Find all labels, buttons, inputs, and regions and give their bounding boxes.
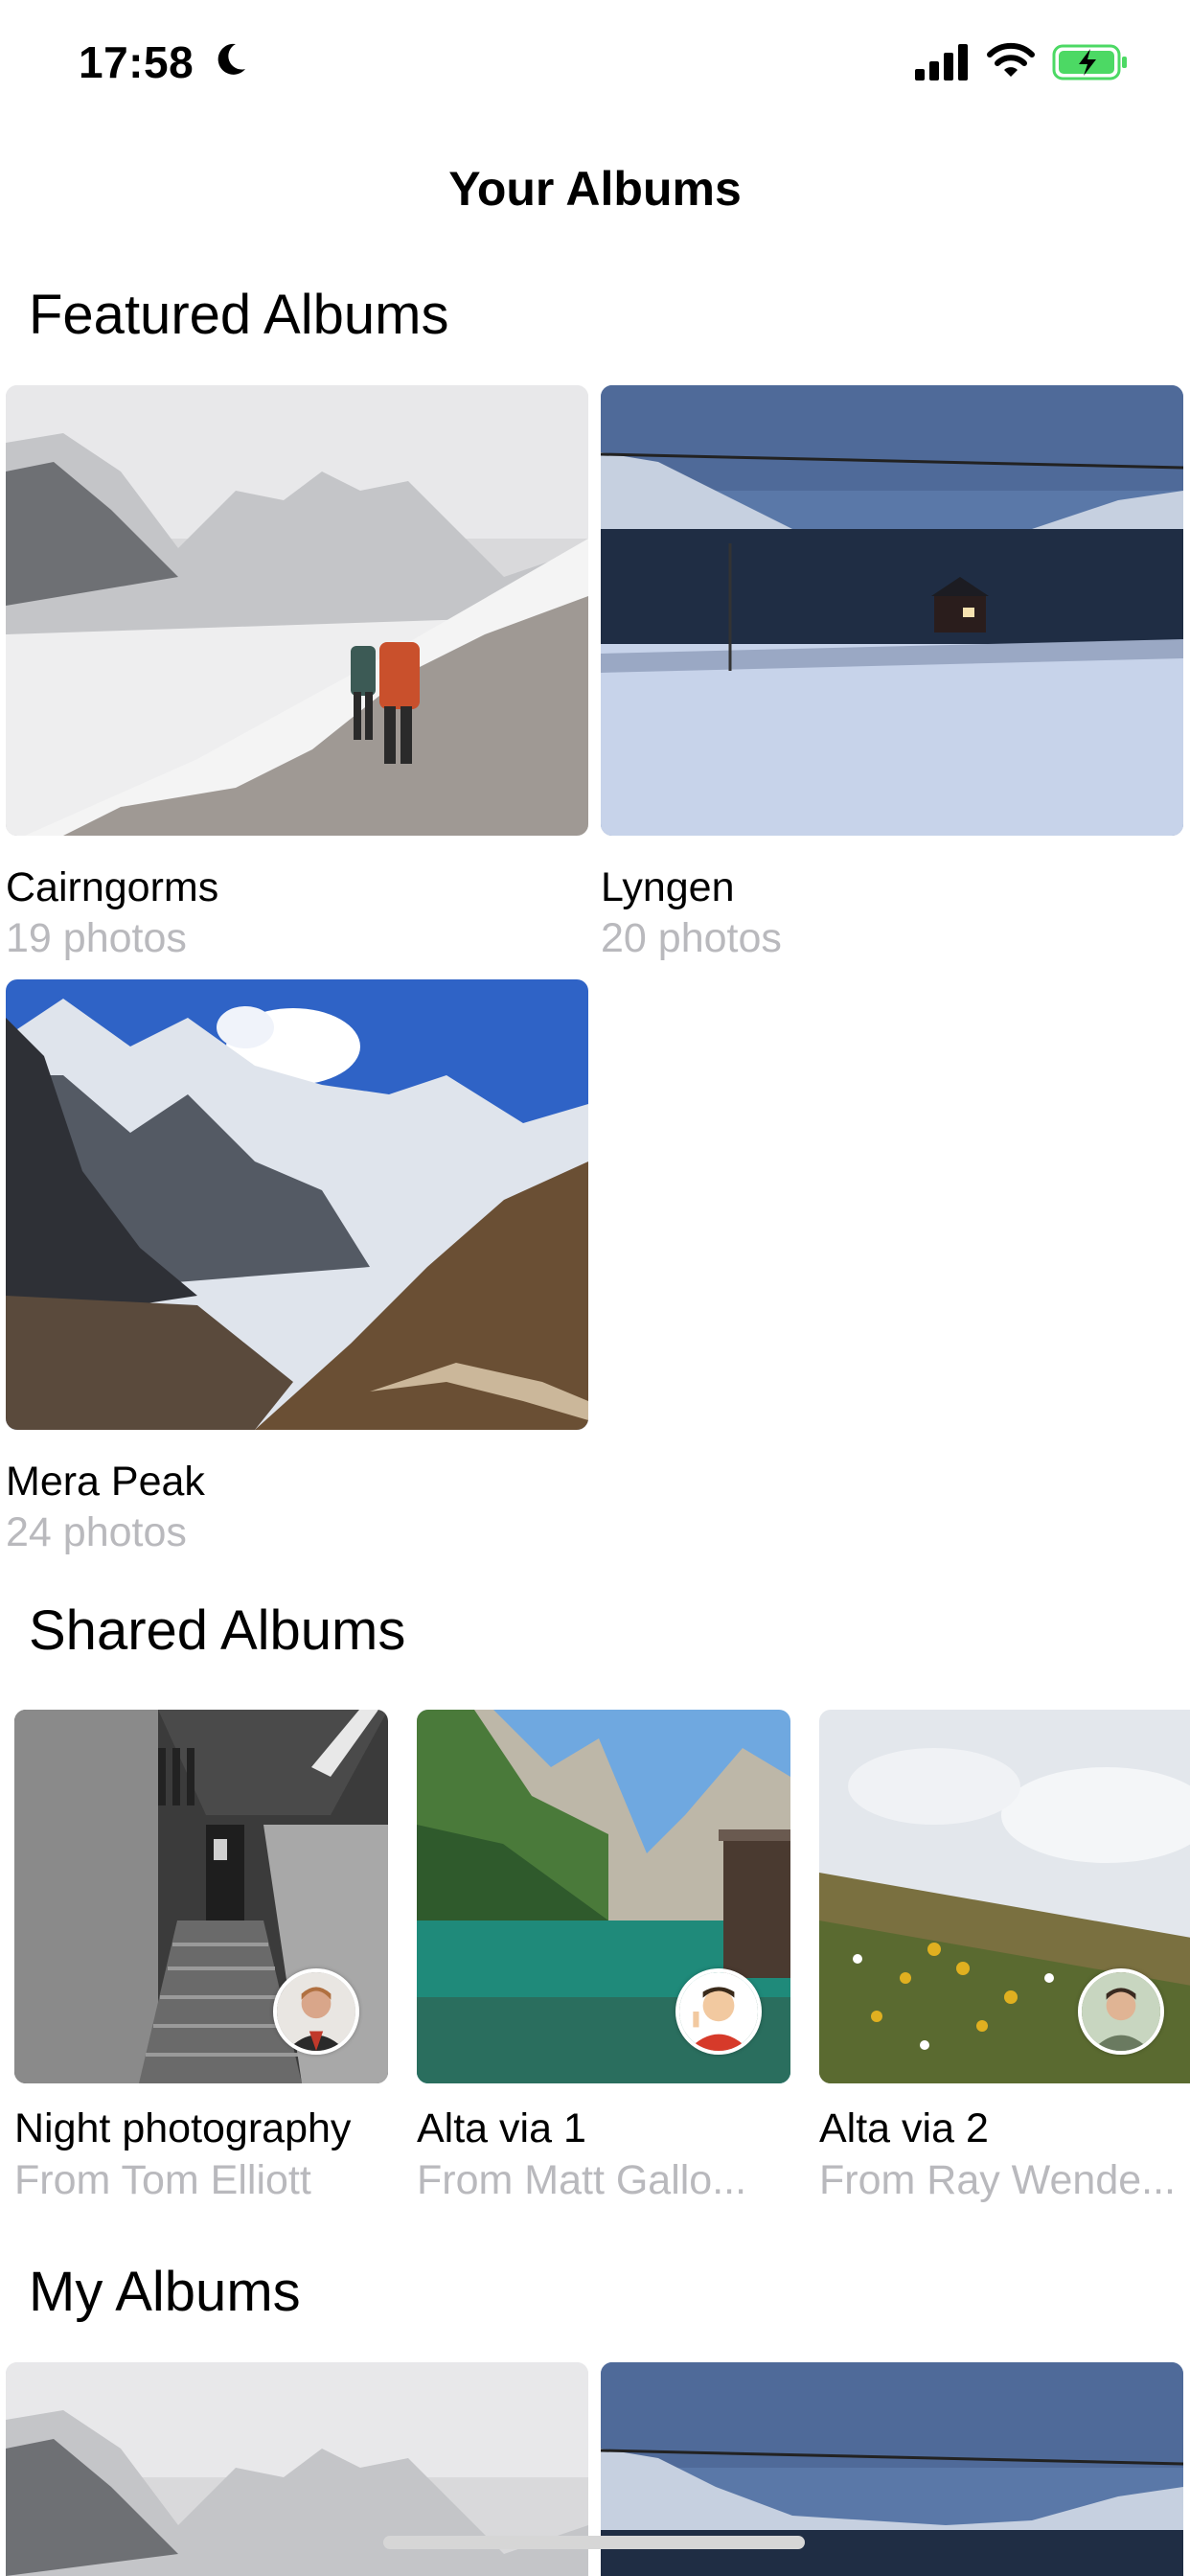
album-thumbnail-night-photography — [14, 1710, 388, 2083]
shared-album-card-alta-via-1[interactable]: Alta via 1 From Matt Gallo... — [417, 1710, 790, 2214]
album-name: Lyngen — [601, 864, 735, 910]
avatar — [675, 1968, 762, 2055]
album-name: Mera Peak — [6, 1459, 205, 1505]
album-name: Cairngorms — [6, 864, 219, 910]
album-name: Alta via 2 — [819, 2105, 989, 2151]
album-thumbnail-alta-via-2 — [819, 1710, 1190, 2083]
album-card-lyngen[interactable]: Lyngen 20 photos — [601, 385, 1183, 963]
album-card-cairngorms[interactable]: Cairngorms 19 photos — [6, 385, 588, 963]
status-time: 17:58 — [79, 37, 195, 87]
wifi-icon — [987, 42, 1035, 80]
album-name: Night photography — [14, 2105, 352, 2151]
moon-icon — [211, 40, 249, 79]
album-photo-count: 20 photos — [601, 915, 782, 961]
shared-album-card-night-photography[interactable]: Night photography From Tom Elliott — [14, 1710, 388, 2214]
album-owner: From Ray Wende... — [819, 2157, 1176, 2203]
featured-albums-heading: Featured Albums — [29, 284, 449, 346]
cellular-signal-icon — [915, 44, 969, 80]
album-thumbnail-mera-peak — [6, 979, 588, 1430]
album-owner: From Matt Gallo... — [417, 2157, 747, 2203]
album-thumbnail-alta-via-1 — [417, 1710, 790, 2083]
home-indicator[interactable] — [383, 2536, 805, 2549]
album-thumbnail-lyngen — [601, 385, 1183, 836]
album-photo-count: 24 photos — [6, 1509, 187, 1555]
avatar — [1078, 1968, 1164, 2055]
shared-albums-heading: Shared Albums — [29, 1599, 406, 1662]
album-card-mera-peak[interactable]: Mera Peak 24 photos — [6, 979, 588, 1557]
shared-album-card-alta-via-2[interactable]: Alta via 2 From Ray Wende... — [819, 1710, 1190, 2214]
page-title: Your Albums — [448, 162, 742, 216]
avatar — [273, 1968, 359, 2055]
album-name: Alta via 1 — [417, 2105, 586, 2151]
battery-charging-icon — [1052, 44, 1129, 80]
album-thumbnail-cairngorms — [6, 385, 588, 836]
album-photo-count: 19 photos — [6, 915, 187, 961]
my-albums-heading: My Albums — [29, 2261, 301, 2323]
album-owner: From Tom Elliott — [14, 2157, 311, 2203]
